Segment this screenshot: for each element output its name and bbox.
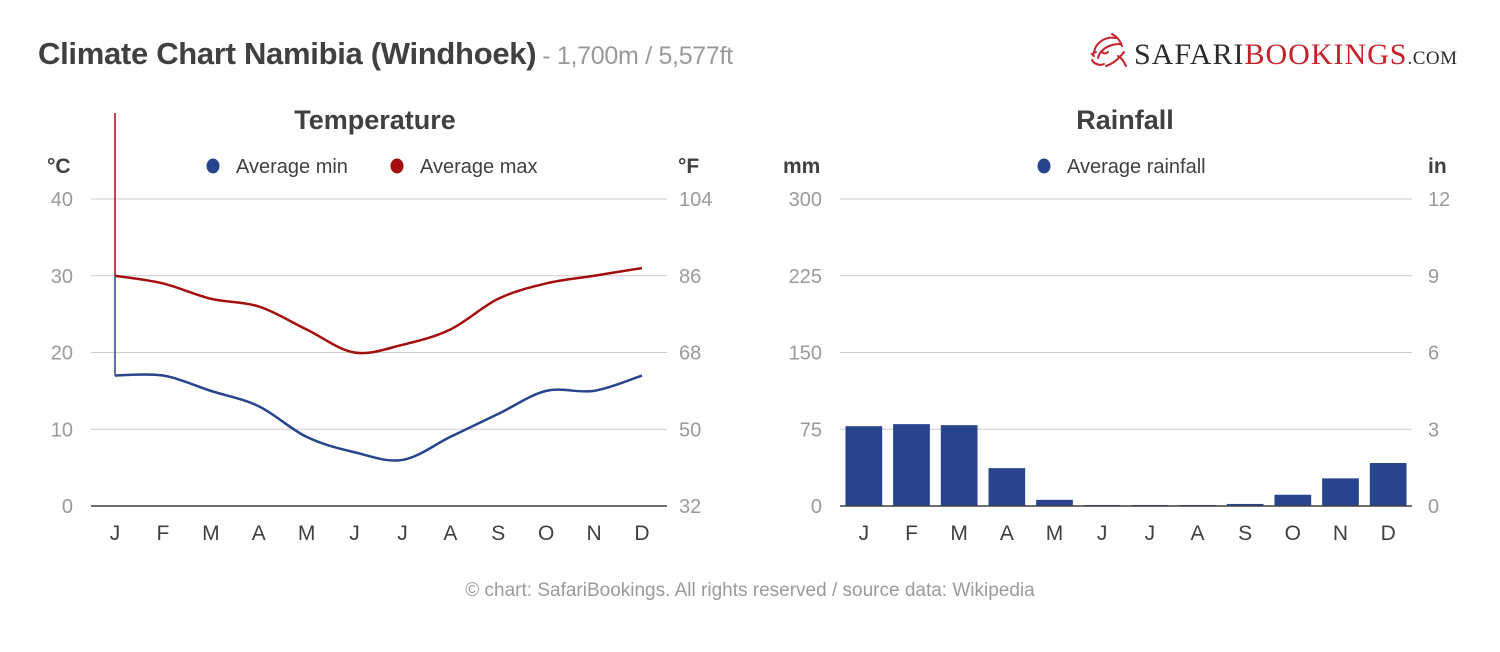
- temperature-max-line: [114, 266, 643, 355]
- temperature-chart: Temperature °C °F Average min Average ma…: [47, 105, 712, 545]
- legend-item-average-min[interactable]: Average min: [206, 156, 348, 178]
- rainfall-ytick-right: 6: [1428, 343, 1439, 365]
- rainfall-xtick: A: [1190, 522, 1204, 545]
- rainfall-xtick: F: [905, 522, 918, 545]
- temperature-xtick: N: [587, 522, 602, 545]
- rainfall-bar: [1036, 499, 1073, 506]
- rainfall-title: Rainfall: [1076, 105, 1174, 135]
- temperature-ytick-right: 104: [679, 189, 712, 211]
- temperature-ytick-right: 32: [679, 496, 701, 518]
- rainfall-ytick-left: 0: [811, 496, 822, 518]
- legend-label-min: Average min: [236, 156, 348, 178]
- legend-marker-max: [390, 158, 404, 174]
- copyright-footer: © chart: SafariBookings. All rights rese…: [465, 580, 1035, 601]
- temperature-right-unit: °F: [678, 155, 699, 178]
- rainfall-bar: [1274, 494, 1312, 506]
- temperature-left-unit: °C: [47, 155, 71, 178]
- temperature-min-line: [114, 373, 643, 462]
- rainfall-xtick: D: [1381, 522, 1396, 545]
- rainfall-xtick: M: [950, 522, 968, 545]
- rainfall-ytick-left: 150: [789, 343, 822, 365]
- rainfall-bar: [845, 426, 883, 506]
- temperature-xtick: J: [349, 522, 360, 545]
- temperature-xtick: J: [110, 522, 121, 545]
- temperature-xtick: D: [634, 522, 649, 545]
- rainfall-xtick: J: [1145, 522, 1156, 545]
- rainfall-xtick: A: [1000, 522, 1014, 545]
- temperature-legend: Average min Average max: [206, 156, 538, 178]
- rainfall-xtick: M: [1046, 522, 1064, 545]
- rainfall-ytick-right: 9: [1428, 266, 1439, 288]
- charts-canvas: Temperature °C °F Average min Average ma…: [47, 105, 1450, 545]
- rainfall-xtick: S: [1238, 522, 1252, 545]
- legend-item-average-rainfall[interactable]: Average rainfall: [1037, 156, 1206, 178]
- temperature-ytick-left: 10: [51, 419, 73, 441]
- temperature-xtick: F: [156, 522, 169, 545]
- temperature-title: Temperature: [294, 105, 456, 135]
- temperature-ytick-right: 86: [679, 266, 701, 288]
- rainfall-xtick: O: [1285, 522, 1301, 545]
- rainfall-ytick-left: 75: [800, 419, 822, 441]
- rainfall-bar: [1369, 463, 1407, 506]
- temperature-ytick-left: 0: [62, 496, 73, 518]
- rainfall-xtick: J: [1097, 522, 1108, 545]
- rainfall-xtick: J: [859, 522, 870, 545]
- rainfall-left-unit: mm: [783, 155, 820, 178]
- rainfall-bar: [940, 425, 978, 506]
- rainfall-chart: Rainfall mm in Average rainfall 0 0 75 3 150…: [783, 105, 1450, 545]
- rainfall-bar: [1322, 478, 1359, 506]
- rainfall-bar: [988, 468, 1026, 506]
- temperature-xtick: A: [252, 522, 266, 545]
- rainfall-ytick-right: 3: [1428, 419, 1439, 441]
- rainfall-ytick-left: 300: [789, 189, 822, 211]
- temperature-xtick: O: [538, 522, 554, 545]
- temperature-ytick-left: 30: [51, 266, 73, 288]
- rainfall-ytick-right: 12: [1428, 189, 1450, 211]
- legend-label-max: Average max: [420, 156, 537, 178]
- temperature-ytick-left: 40: [51, 189, 73, 211]
- legend-label-rainfall: Average rainfall: [1067, 156, 1206, 178]
- rainfall-right-unit: in: [1428, 155, 1447, 178]
- legend-item-average-max[interactable]: Average max: [390, 156, 538, 178]
- temperature-xtick: A: [443, 522, 457, 545]
- rainfall-ytick-right: 0: [1428, 496, 1439, 518]
- rainfall-legend: Average rainfall: [1037, 156, 1206, 178]
- temperature-ytick-right: 50: [679, 419, 701, 441]
- rainfall-bar: [893, 424, 930, 506]
- rainfall-ytick-left: 225: [789, 266, 822, 288]
- rainfall-xtick: N: [1333, 522, 1348, 545]
- legend-marker-rainfall: [1037, 158, 1051, 174]
- temperature-xtick: J: [397, 522, 408, 545]
- temperature-ytick-left: 20: [51, 343, 73, 365]
- temperature-xtick: M: [202, 522, 220, 545]
- legend-marker-min: [206, 158, 220, 174]
- temperature-xtick: S: [491, 522, 505, 545]
- temperature-xtick: M: [298, 522, 316, 545]
- temperature-ytick-right: 68: [679, 343, 701, 365]
